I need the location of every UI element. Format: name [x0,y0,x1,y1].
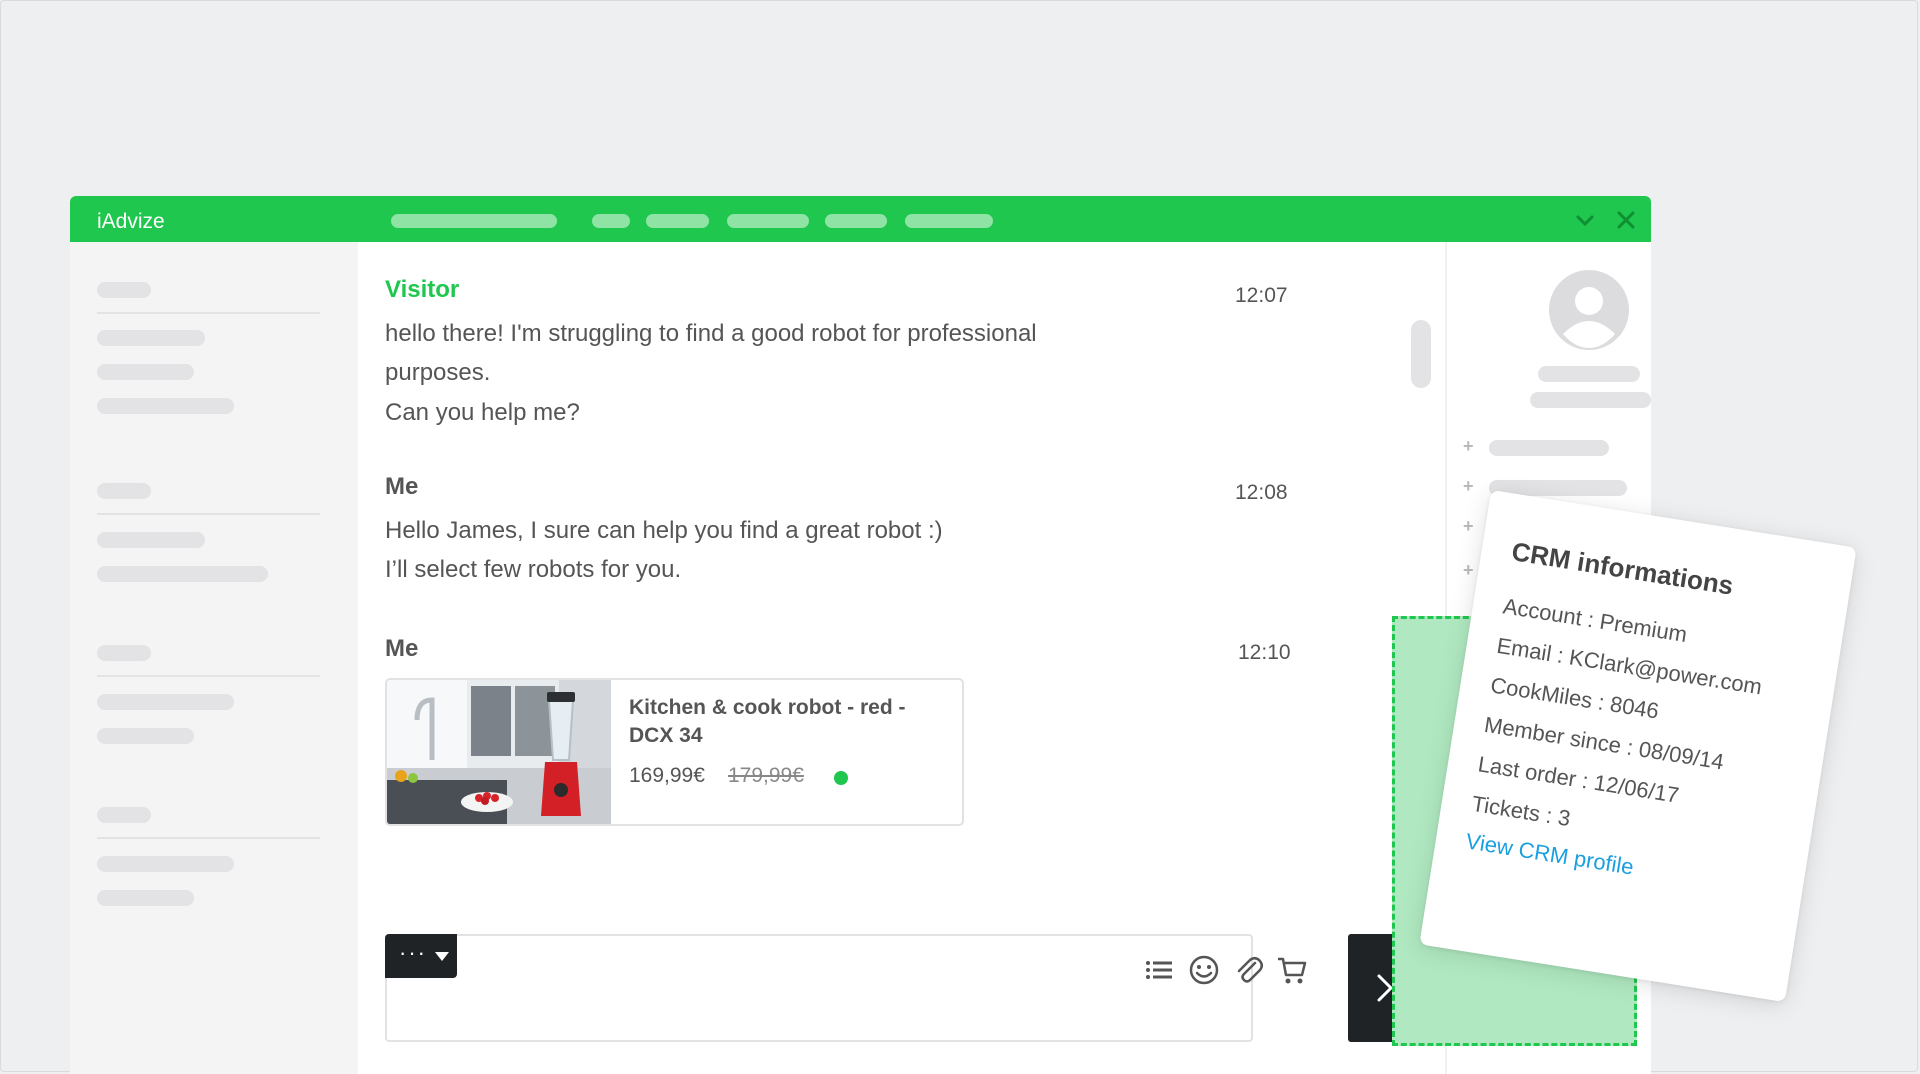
crm-title: CRM informations [1509,536,1736,601]
emoji-icon[interactable] [1188,954,1220,986]
sidebar-item[interactable] [97,364,194,380]
message-time: 12:08 [1235,481,1288,504]
sidebar-item[interactable] [97,890,194,906]
sidebar-item[interactable] [97,694,234,710]
product-title: Kitchen & cook robot - red - DCX 34 [629,696,906,747]
divider [97,312,320,314]
message-text: Hello James, I sure can help you find a … [385,517,943,544]
close-icon[interactable] [1614,208,1638,232]
product-old-price: 179,99€ [728,764,804,787]
nav-tab-4[interactable] [727,214,809,228]
message-sender: Me [385,635,419,662]
message-text: Can you help me? [385,399,580,426]
visitor-name-placeholder [1538,366,1640,382]
cart-icon[interactable] [1276,954,1308,986]
divider [97,675,320,677]
view-crm-profile-link[interactable]: View CRM profile [1464,828,1635,880]
in-stock-indicator [834,771,848,785]
nav-tab-3[interactable] [646,214,709,228]
sidebar-section-header [97,483,151,499]
plus-icon[interactable]: + [1463,476,1474,497]
sidebar-item[interactable] [97,398,234,414]
plus-icon[interactable]: + [1463,516,1474,537]
visitor-detail-placeholder [1530,392,1651,408]
sidebar-item[interactable] [97,856,234,872]
nav-tab-5[interactable] [825,214,887,228]
divider [97,513,320,515]
message-text: purposes. [385,359,491,386]
message-text: I’ll select few robots for you. [385,556,682,583]
product-image [387,680,611,824]
crm-card[interactable]: CRM informations Account : Premium Email… [1419,489,1857,1003]
nav-tab-2[interactable] [592,214,630,228]
more-actions-button[interactable]: ··· [385,934,457,978]
sidebar-section-header [97,807,151,823]
avatar-icon [1549,270,1629,350]
more-dots-icon: ··· [399,940,427,965]
product-price: 169,99€ [629,764,705,787]
message-text: hello there! I'm struggling to find a go… [385,320,1037,347]
app-name: iAdvize [97,210,165,233]
paperclip-icon[interactable] [1233,954,1265,986]
info-row [1489,440,1609,456]
sidebar-item[interactable] [97,566,268,582]
message-time: 12:10 [1238,641,1291,664]
nav-tab-6[interactable] [905,214,993,228]
product-card[interactable]: Kitchen & cook robot - red - DCX 34 169,… [385,678,964,826]
crm-field-tickets: Tickets : 3 [1470,790,1573,832]
message-sender: Me [385,473,419,500]
nav-tab-1[interactable] [391,214,557,228]
plus-icon[interactable]: + [1463,560,1474,581]
sidebar-section-header [97,645,151,661]
sidebar-item[interactable] [97,728,194,744]
chat-scrollbar[interactable] [1411,320,1431,388]
message-time: 12:07 [1235,284,1288,307]
chevron-down-icon[interactable] [1573,208,1597,232]
chat-area: Visitor 12:07 hello there! I'm strugglin… [358,242,1445,1074]
caret-down-icon [435,952,449,961]
message-input[interactable] [385,934,1253,1042]
sidebar-item[interactable] [97,330,205,346]
list-icon[interactable] [1143,954,1175,986]
title-bar: iAdvize [70,196,1651,242]
left-sidebar [70,242,358,1074]
sidebar-item[interactable] [97,532,205,548]
message-sender: Visitor [385,276,460,303]
sidebar-section-header [97,282,151,298]
divider [97,837,320,839]
plus-icon[interactable]: + [1463,436,1474,457]
